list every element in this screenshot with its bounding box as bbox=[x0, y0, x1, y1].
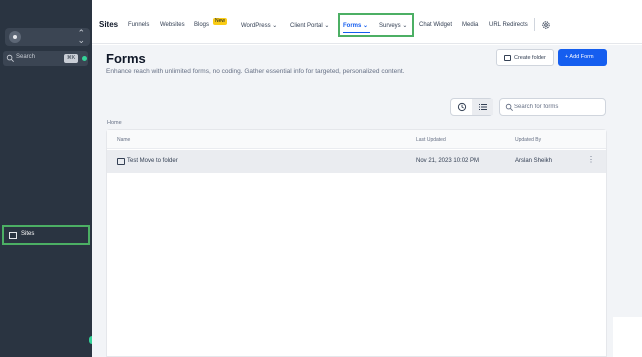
breadcrumb[interactable]: Home bbox=[107, 120, 122, 126]
view-toggle bbox=[450, 98, 493, 116]
forms-table: Name Last Updated Updated By Test Move t… bbox=[106, 129, 607, 357]
tab-blogs[interactable]: Blogs bbox=[194, 22, 209, 28]
sidebar-item-sites[interactable]: Sites bbox=[2, 225, 90, 245]
gear-icon[interactable] bbox=[541, 20, 551, 30]
list-view-button[interactable] bbox=[472, 99, 493, 115]
tab-label: Client Portal bbox=[290, 23, 323, 29]
add-form-button[interactable]: + Add Form bbox=[558, 49, 607, 66]
column-name[interactable]: Name bbox=[117, 137, 130, 143]
tab-wordpress[interactable]: WordPress ⌄ bbox=[241, 22, 277, 29]
sidebar-search-label: Search bbox=[16, 54, 36, 60]
row-updated-by: Arslan Sheikh bbox=[515, 158, 553, 164]
folder-plus-icon bbox=[504, 55, 511, 61]
tab-funnels[interactable]: Funnels bbox=[128, 22, 149, 28]
shortcut-badge: ⌘K bbox=[64, 54, 78, 63]
corner-panel bbox=[613, 317, 642, 357]
table-row[interactable]: Test Move to folder Nov 21, 2023 10:02 P… bbox=[107, 150, 606, 173]
button-label: + Add Form bbox=[565, 54, 594, 60]
tab-client-portal[interactable]: Client Portal ⌄ bbox=[290, 22, 329, 29]
sidebar-item-label: Sites bbox=[21, 231, 35, 237]
tab-websites[interactable]: Websites bbox=[160, 22, 185, 28]
user-circle-icon bbox=[9, 31, 21, 43]
list-icon bbox=[479, 104, 487, 110]
column-updated-by[interactable]: Updated By bbox=[515, 137, 541, 143]
section-title: Sites bbox=[99, 20, 119, 29]
page-subtitle: Enhance reach with unlimited forms, no c… bbox=[106, 68, 405, 75]
sites-icon bbox=[9, 232, 17, 239]
clock-icon bbox=[457, 102, 467, 112]
chevron-down-icon: ⌄ bbox=[324, 23, 330, 29]
tab-media[interactable]: Media bbox=[462, 22, 478, 28]
sidebar: ⌃ ⌄ Search ⌘K Sites bbox=[0, 0, 92, 357]
tab-label: WordPress bbox=[241, 23, 271, 29]
new-badge: New bbox=[213, 18, 228, 25]
folder-icon bbox=[117, 158, 125, 165]
page-title: Forms bbox=[106, 51, 146, 66]
column-last-updated[interactable]: Last Updated bbox=[416, 137, 446, 143]
status-dot bbox=[82, 56, 87, 61]
account-switcher[interactable]: ⌃ ⌄ bbox=[5, 28, 90, 46]
forms-search bbox=[499, 98, 606, 116]
table-header: Name Last Updated Updated By bbox=[107, 130, 606, 149]
row-name[interactable]: Test Move to folder bbox=[127, 158, 178, 164]
more-options-icon[interactable]: ⋮ bbox=[587, 156, 595, 164]
sidebar-search[interactable]: Search ⌘K bbox=[3, 51, 88, 66]
search-input[interactable] bbox=[514, 101, 602, 113]
search-icon bbox=[505, 103, 513, 111]
main-content: Forms Enhance reach with unlimited forms… bbox=[92, 45, 642, 357]
chevron-down-icon: ⌄ bbox=[272, 23, 278, 29]
row-last-updated: Nov 21, 2023 10:02 PM bbox=[416, 158, 480, 164]
nav-divider bbox=[534, 18, 535, 31]
recent-view-button[interactable] bbox=[451, 99, 472, 115]
button-label: Create folder bbox=[514, 55, 546, 61]
highlight-box bbox=[338, 13, 414, 37]
search-icon bbox=[6, 54, 14, 62]
tab-chat-widget[interactable]: Chat Widget bbox=[419, 22, 452, 28]
create-folder-button[interactable]: Create folder bbox=[496, 49, 554, 66]
tab-url-redirects[interactable]: URL Redirects bbox=[489, 22, 528, 28]
chevron-up-down-icon: ⌃ ⌄ bbox=[77, 28, 85, 45]
top-navigation: Sites Funnels Websites Blogs New WordPre… bbox=[92, 0, 642, 44]
